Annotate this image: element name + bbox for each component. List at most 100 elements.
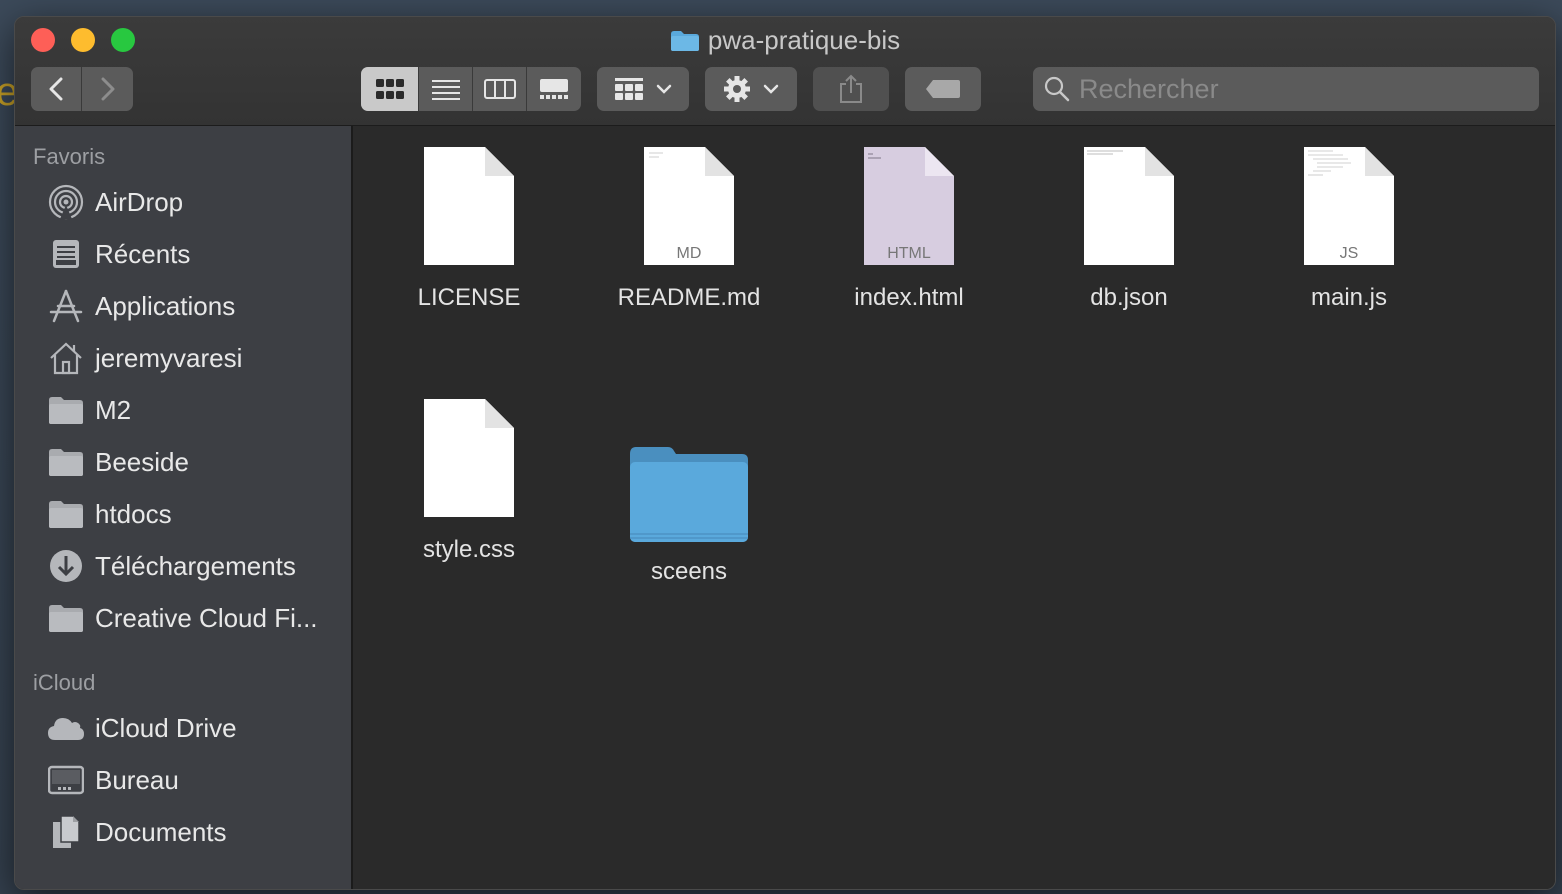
sidebar-item-htdocs[interactable]: htdocs: [47, 492, 347, 536]
list-view-button[interactable]: [419, 67, 473, 111]
tag-button[interactable]: [905, 67, 981, 111]
file-badge: JS: [1340, 245, 1359, 262]
document-icon: [1084, 147, 1174, 265]
sidebar-item-label: Téléchargements: [95, 550, 296, 581]
column-view-button[interactable]: [473, 67, 527, 111]
sidebar-item-label: Bureau: [95, 764, 179, 795]
file-badge: MD: [677, 245, 702, 262]
window-title-text: pwa-pratique-bis: [707, 25, 901, 55]
sidebar-section-icloud: iCloud: [33, 670, 96, 695]
file-item-license[interactable]: LICENSE: [369, 146, 569, 312]
gallery-view-icon: [540, 79, 568, 99]
folder-icon: [47, 443, 85, 481]
file-name: README.md: [617, 284, 761, 311]
chevron-down-icon: [763, 84, 779, 94]
sidebar-item-label: Applications: [95, 290, 236, 321]
sidebar-item-creative-cloud[interactable]: Creative Cloud Fi...: [47, 596, 347, 640]
html-document-icon: HTML: [864, 147, 954, 265]
file-badge: HTML: [887, 245, 931, 262]
file-name: LICENSE: [417, 284, 521, 311]
sidebar-item-applications[interactable]: Applications: [47, 284, 347, 328]
sidebar-item-m2[interactable]: M2: [47, 388, 347, 432]
back-button[interactable]: [31, 67, 82, 111]
airdrop-icon: [47, 183, 85, 221]
sidebar-item-bureau[interactable]: Bureau: [47, 758, 347, 802]
sidebar-item-label: M2: [95, 394, 132, 425]
sidebar-item-airdrop[interactable]: AirDrop: [47, 180, 347, 224]
cloud-icon: [47, 709, 85, 747]
folder-icon: [670, 31, 699, 51]
window-title: pwa-pratique-bis: [15, 23, 1555, 57]
file-name: sceens: [650, 558, 728, 585]
sidebar-item-label: htdocs: [95, 498, 172, 529]
gallery-view-button[interactable]: [527, 67, 581, 111]
icon-view-icon: [375, 79, 404, 99]
share-icon: [840, 74, 862, 103]
sidebar-item-downloads[interactable]: Téléchargements: [47, 544, 347, 588]
search-icon: [1044, 76, 1070, 102]
sidebar-item-label: jeremyvaresi: [95, 342, 243, 373]
folder-icon: [47, 599, 85, 637]
sidebar-item-beeside[interactable]: Beeside: [47, 440, 347, 484]
file-item-main-js[interactable]: JS main.js: [1249, 146, 1449, 312]
sidebar-item-label: Récents: [95, 238, 191, 269]
file-item-readme[interactable]: MD README.md: [589, 146, 789, 312]
desktop-icon: [47, 761, 85, 799]
search-field[interactable]: [1033, 67, 1539, 111]
sidebar-item-documents[interactable]: Documents: [47, 810, 347, 854]
applications-icon: [47, 287, 85, 325]
file-name: style.css: [422, 536, 515, 563]
tag-group: [905, 67, 981, 111]
group-by-button[interactable]: [597, 67, 689, 111]
action-button[interactable]: [705, 67, 797, 111]
action-dropdown[interactable]: [705, 67, 797, 111]
document-icon: [424, 399, 514, 517]
document-icon: MD: [644, 147, 734, 265]
document-icon: [424, 147, 514, 265]
finder-window: pwa-pratique-bis Rechercher Favoris AirD…: [14, 16, 1556, 890]
chevron-right-icon: [101, 77, 114, 101]
file-item-db-json[interactable]: db.json: [1029, 146, 1229, 312]
sidebar-item-label: Creative Cloud Fi...: [95, 602, 318, 633]
column-view-icon: [483, 79, 516, 99]
group-grid-icon: [615, 78, 643, 100]
folder-item-sceens[interactable]: sceens: [589, 444, 789, 586]
home-icon: [47, 339, 85, 377]
navigation-group: [31, 67, 133, 111]
recents-icon: [47, 235, 85, 273]
file-name: main.js: [1310, 284, 1388, 311]
file-name: index.html: [854, 284, 964, 311]
file-item-style-css[interactable]: style.css: [369, 398, 569, 564]
search-input[interactable]: [1077, 72, 1521, 106]
titlebar: pwa-pratique-bis: [15, 17, 1555, 126]
chevron-left-icon: [49, 77, 63, 101]
file-item-index-html[interactable]: HTML index.html: [809, 146, 1009, 312]
icon-view-button[interactable]: [361, 67, 419, 111]
sidebar-item-label: Documents: [95, 816, 227, 847]
document-icon: JS: [1304, 147, 1394, 265]
group-by-dropdown[interactable]: [597, 67, 689, 111]
forward-button[interactable]: [82, 67, 133, 111]
downloads-icon: [47, 547, 85, 585]
sidebar-item-home[interactable]: jeremyvaresi: [47, 336, 347, 380]
gear-icon: [724, 76, 750, 102]
sidebar: Favoris AirDrop Récents Applications jer…: [15, 126, 353, 889]
sidebar-item-label: Beeside: [95, 446, 189, 477]
share-button[interactable]: [813, 67, 889, 111]
list-view-icon: [431, 80, 460, 100]
chevron-down-icon: [656, 84, 672, 94]
sidebar-item-recents[interactable]: Récents: [47, 232, 347, 276]
share-group: [813, 67, 889, 111]
sidebar-item-label: AirDrop: [95, 186, 184, 217]
sidebar-section-favorites: Favoris: [33, 144, 106, 169]
folder-icon: [47, 391, 85, 429]
sidebar-item-label: iCloud Drive: [95, 712, 237, 743]
documents-icon: [47, 813, 85, 851]
file-grid: LICENSE MD README.md HTML index.html db.…: [353, 126, 1555, 889]
tag-icon: [926, 80, 960, 98]
sidebar-item-icloud-drive[interactable]: iCloud Drive: [47, 706, 347, 750]
view-mode-group: [361, 67, 581, 111]
file-name: db.json: [1090, 284, 1168, 311]
folder-icon: [47, 495, 85, 533]
folder-icon: [630, 447, 748, 542]
